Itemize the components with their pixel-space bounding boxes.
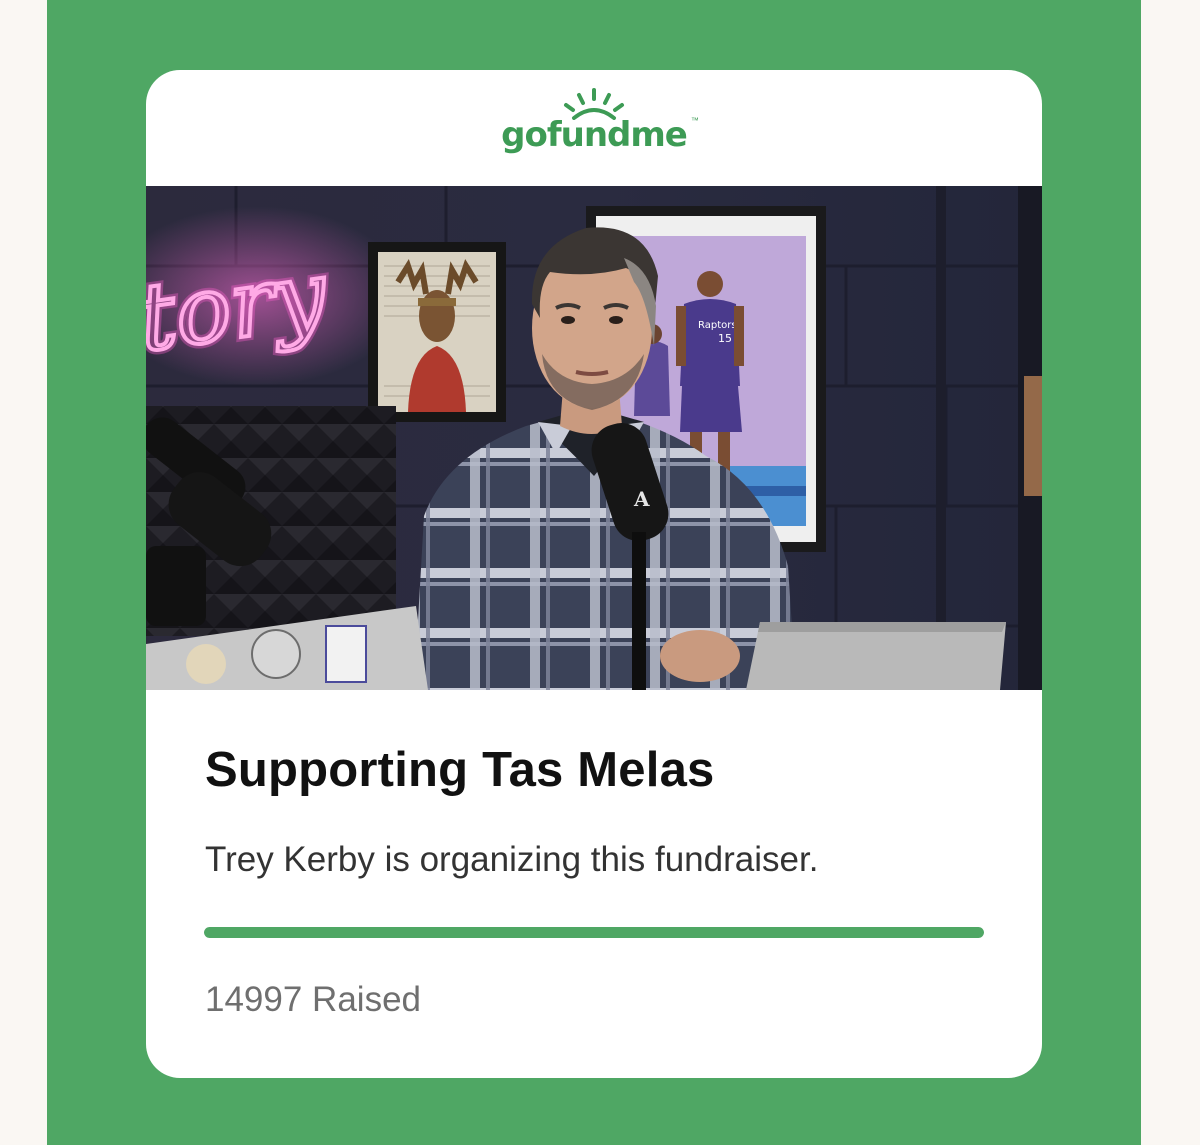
logo-wordmark: gofundme [501, 115, 688, 155]
fundraiser-title[interactable]: Supporting Tas Melas [205, 742, 714, 798]
gofundme-logo[interactable]: gofundme ™ [501, 88, 699, 155]
mic-logo-text: A [633, 487, 650, 511]
organizer-line: Trey Kerby is organizing this fundraiser… [205, 840, 819, 879]
podcast-studio-photo: tory tory Raptors 15 A [146, 186, 1042, 690]
jersey-number: 15 [718, 332, 732, 345]
sun-icon [563, 88, 624, 120]
fundraiser-card[interactable]: gofundme ™ tory tory Raptors 15 A Suppor… [146, 70, 1042, 1078]
donation-progress-fill [204, 927, 984, 938]
logo-header: gofundme ™ [146, 70, 1042, 186]
fundraiser-cover-photo[interactable]: tory tory Raptors 15 A [146, 186, 1042, 690]
donation-progress-bar [204, 927, 984, 938]
jersey-text: Raptors [698, 320, 737, 331]
amount-raised: 14997 Raised [205, 980, 421, 1019]
trademark-mark: ™ [690, 116, 699, 125]
